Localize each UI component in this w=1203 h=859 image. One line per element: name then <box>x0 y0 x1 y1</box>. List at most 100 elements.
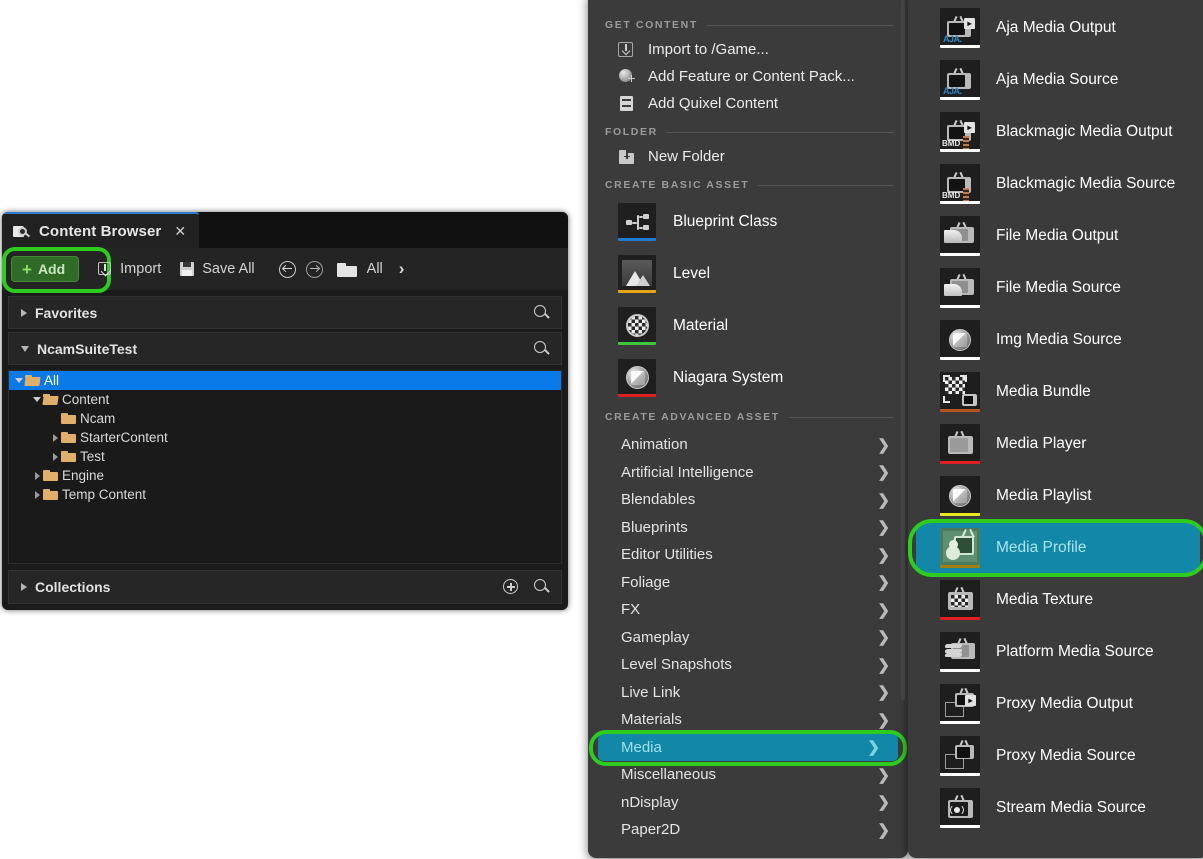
tree-row[interactable]: Content <box>9 390 561 409</box>
menu-item-media[interactable]: Media ❯ <box>598 733 898 761</box>
menu-item-niagara-system[interactable]: Niagara System <box>588 352 908 404</box>
menu-item-label: File Media Source <box>996 279 1121 296</box>
output-badge: ▸ <box>964 18 975 29</box>
menu-item-label: Miscellaneous <box>621 766 717 784</box>
forward-button[interactable] <box>305 260 323 278</box>
menu-item-label: Blendables <box>621 491 696 509</box>
import-icon <box>618 41 636 59</box>
menu-item-fx[interactable]: FX ❯ <box>588 596 908 624</box>
menu-item-label: Level <box>673 265 711 282</box>
menu-item-level-snapshots[interactable]: Level Snapshots ❯ <box>588 651 908 679</box>
tree-row[interactable]: Test <box>9 447 561 466</box>
menu-item-label: Import to /Game... <box>648 41 769 58</box>
menu-item-label: Platform Media Source <box>996 643 1154 660</box>
menu-item-media-bundle[interactable]: Media Bundle <box>908 366 1203 418</box>
folder-icon <box>24 375 41 386</box>
search-icon[interactable] <box>533 578 551 596</box>
tab-content-browser[interactable]: Content Browser ✕ <box>2 212 199 248</box>
media-submenu: ▸ AJA. Aja Media Output AJA. Aja Media S… <box>908 0 1203 858</box>
chevron-down-icon[interactable] <box>31 397 43 402</box>
menu-item-media-playlist[interactable]: Media Playlist <box>908 470 1203 522</box>
menu-item-label: Artificial Intelligence <box>621 463 754 481</box>
search-icon[interactable] <box>533 304 551 322</box>
tree-row[interactable]: All <box>9 371 561 390</box>
tree-row[interactable]: StarterContent <box>9 428 561 447</box>
menu-item-paper2d[interactable]: Paper2D ❯ <box>588 816 908 844</box>
add-button[interactable]: + Add <box>11 256 80 282</box>
menu-item-label: New Folder <box>648 148 725 165</box>
menu-item-proxy-media-output[interactable]: ▸ Proxy Media Output <box>908 678 1203 730</box>
menu-item-materials[interactable]: Materials ❯ <box>588 706 908 734</box>
menu-item-media-player[interactable]: Media Player <box>908 418 1203 470</box>
menu-item-label: Media Bundle <box>996 383 1091 400</box>
menu-item-foliage[interactable]: Foliage ❯ <box>588 569 908 597</box>
menu-item-label: Media Player <box>996 435 1087 452</box>
menu-item-import-to-game[interactable]: Import to /Game... <box>588 36 908 63</box>
menu-item-img-media-source[interactable]: Img Media Source <box>908 314 1203 366</box>
tree-row[interactable]: Temp Content <box>9 485 561 504</box>
menu-item-stream-media-source[interactable]: Stream Media Source <box>908 782 1203 834</box>
chevron-down-icon[interactable] <box>13 378 25 383</box>
menu-item-animation[interactable]: Animation ❯ <box>588 431 908 459</box>
output-badge: ▸ <box>965 695 976 706</box>
chevron-right-icon[interactable] <box>31 490 43 499</box>
menu-item-aja-media-source[interactable]: AJA. Aja Media Source <box>908 54 1203 106</box>
menu-item-level[interactable]: Level <box>588 248 908 300</box>
folder-icon <box>43 489 58 500</box>
add-collection-icon[interactable] <box>502 578 520 596</box>
menu-item-media-profile[interactable]: Media Profile <box>916 522 1200 574</box>
chevron-right-icon[interactable] <box>49 452 61 461</box>
chevron-right-icon[interactable] <box>49 433 61 442</box>
menu-scrollbar[interactable] <box>901 0 905 700</box>
breadcrumb-chevron-icon[interactable]: › <box>399 259 405 279</box>
add-button-label: Add <box>37 261 66 277</box>
menu-item-artificial-intelligence[interactable]: Artificial Intelligence ❯ <box>588 459 908 487</box>
menu-item-label: Blueprint Class <box>673 213 778 230</box>
menu-item-label: Live Link <box>621 683 681 701</box>
menu-item-material[interactable]: Material <box>588 300 908 352</box>
close-icon[interactable]: ✕ <box>174 223 186 240</box>
menu-item-editor-utilities[interactable]: Editor Utilities ❯ <box>588 541 908 569</box>
import-button[interactable]: Import <box>97 261 161 278</box>
menu-item-label: Paper2D <box>621 821 681 839</box>
menu-item-proxy-media-source[interactable]: Proxy Media Source <box>908 730 1203 782</box>
media-playlist-icon <box>940 476 980 516</box>
menu-item-label: Proxy Media Output <box>996 695 1133 712</box>
tree-row[interactable]: Ncam <box>9 409 561 428</box>
bmd-logo: BMD <box>942 139 961 148</box>
chevron-right-icon: ❯ <box>867 739 880 757</box>
menu-item-blueprints[interactable]: Blueprints ❯ <box>588 514 908 542</box>
collections-bar[interactable]: Collections <box>8 570 562 604</box>
menu-item-blendables[interactable]: Blendables ❯ <box>588 486 908 514</box>
chevron-right-icon[interactable] <box>31 471 43 480</box>
menu-item-blackmagic-media-source[interactable]: BMD Blackmagic Media Source <box>908 158 1203 210</box>
folder-tree[interactable]: All Content Ncam StarterContent Test Eng… <box>8 370 562 564</box>
menu-item-label: File Media Output <box>996 227 1119 244</box>
file-media-source-icon <box>940 268 980 308</box>
tree-row[interactable]: Engine <box>9 466 561 485</box>
menu-item-file-media-source[interactable]: File Media Source <box>908 262 1203 314</box>
menu-item-live-link[interactable]: Live Link ❯ <box>588 679 908 707</box>
menu-item-add-quixel-content[interactable]: Add Quixel Content <box>588 90 908 117</box>
menu-item-blueprint-class[interactable]: Blueprint Class <box>588 196 908 248</box>
menu-item-blackmagic-media-output[interactable]: ▸ BMD Blackmagic Media Output <box>908 106 1203 158</box>
breadcrumb[interactable]: All › <box>336 259 405 279</box>
menu-item-ndisplay[interactable]: nDisplay ❯ <box>588 789 908 817</box>
menu-item-platform-media-source[interactable]: Platform Media Source <box>908 626 1203 678</box>
section-ncamsuitetest[interactable]: NcamSuiteTest <box>8 332 562 365</box>
save-all-button[interactable]: Save All <box>179 261 255 278</box>
advanced-asset-list: Animation ❯ Artificial Intelligence ❯ Blen… <box>588 431 908 844</box>
menu-item-add-feature-or-content-pack[interactable]: Add Feature or Content Pack... <box>588 63 908 90</box>
menu-item-file-media-output[interactable]: File Media Output <box>908 210 1203 262</box>
menu-item-new-folder[interactable]: New Folder <box>588 143 908 170</box>
menu-item-media-texture[interactable]: Media Texture <box>908 574 1203 626</box>
file-media-output-icon <box>940 216 980 256</box>
back-button[interactable] <box>278 260 296 278</box>
section-favorites[interactable]: Favorites <box>8 296 562 329</box>
search-icon[interactable] <box>533 340 551 358</box>
menu-item-media-profile-wrapper: Media Profile <box>908 519 1203 577</box>
menu-item-miscellaneous[interactable]: Miscellaneous ❯ <box>588 761 908 789</box>
folder-icon <box>61 451 76 462</box>
menu-item-gameplay[interactable]: Gameplay ❯ <box>588 624 908 652</box>
menu-item-aja-media-output[interactable]: ▸ AJA. Aja Media Output <box>908 2 1203 54</box>
